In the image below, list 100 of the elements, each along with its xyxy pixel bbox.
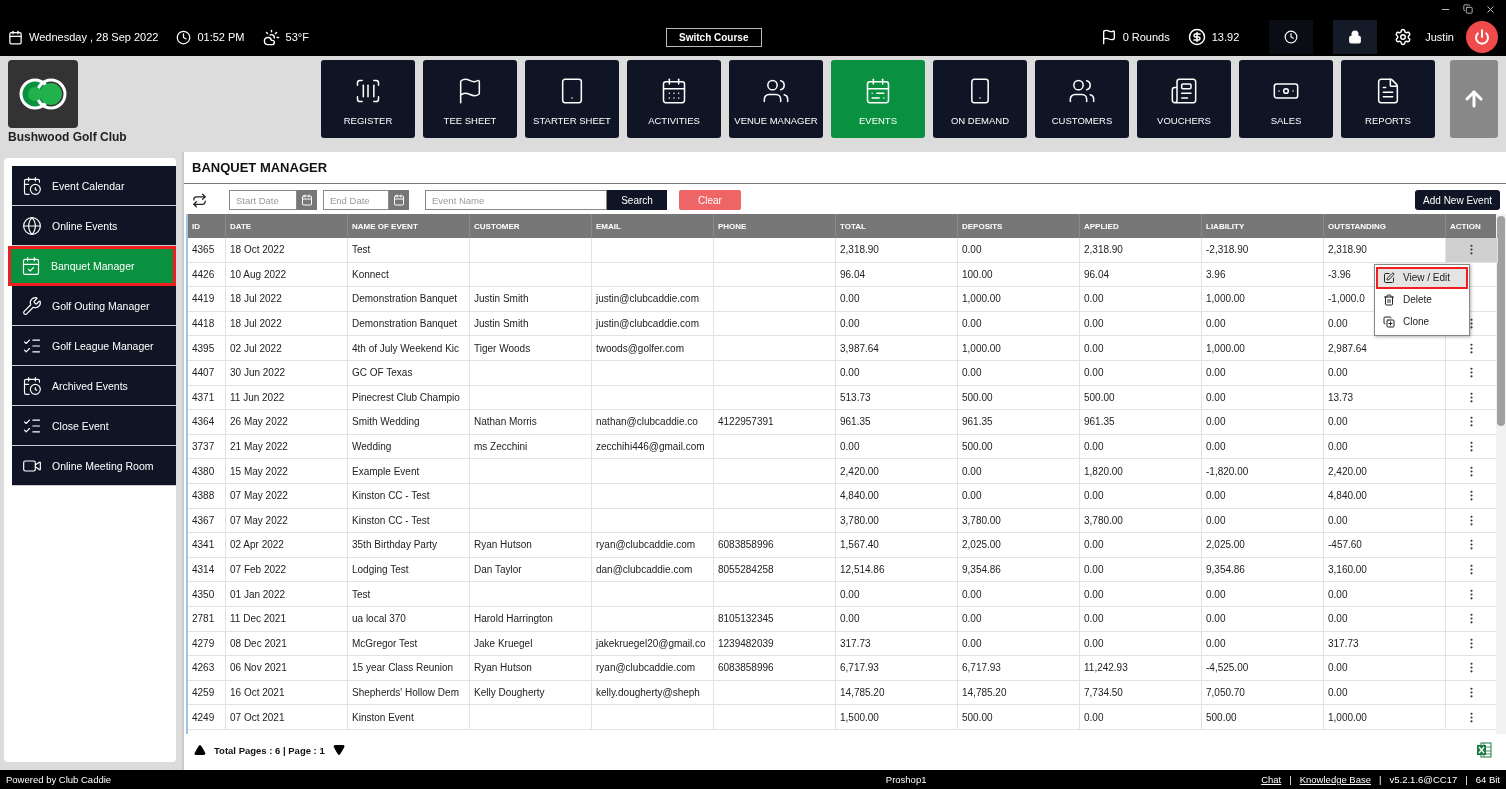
table-cell: 02 Apr 2022 bbox=[226, 533, 348, 558]
footer-link[interactable]: Chat bbox=[1261, 774, 1282, 785]
menu-item[interactable]: View / Edit bbox=[1376, 266, 1468, 289]
table-cell: 0.00 bbox=[836, 606, 958, 632]
sidebar-item[interactable]: Close Event bbox=[12, 406, 176, 446]
table-cell: ua local 370 bbox=[348, 606, 470, 632]
table-cell: 500.00 bbox=[958, 385, 1080, 411]
table-cell: 500.00 bbox=[958, 705, 1080, 730]
table-cell: 4341 bbox=[188, 533, 226, 558]
sidebar-item[interactable]: Event Calendar bbox=[12, 166, 176, 206]
table-cell: 4380 bbox=[188, 459, 226, 484]
table-cell: 08 Dec 2021 bbox=[226, 631, 348, 657]
calendar-icon bbox=[301, 194, 313, 206]
table-cell: 0.00 bbox=[836, 360, 958, 386]
sidebar-item[interactable]: Archived Events bbox=[12, 366, 176, 406]
table-cell: -2,318.90 bbox=[1202, 238, 1324, 263]
nav-tile[interactable]: CUSTOMERS bbox=[1035, 60, 1129, 138]
table-cell: Test bbox=[348, 582, 470, 607]
table-cell: 11 Dec 2021 bbox=[226, 606, 348, 632]
table-cell: 500.00 bbox=[1202, 705, 1324, 730]
table-cell: 0.00 bbox=[1202, 410, 1324, 435]
club-name: Bushwood Golf Club bbox=[8, 130, 128, 144]
restore-icon[interactable] bbox=[1463, 4, 1473, 14]
nav-tile[interactable]: REPORTS bbox=[1341, 60, 1435, 138]
calendar-button[interactable] bbox=[389, 190, 409, 210]
table-cell: 0.00 bbox=[1080, 360, 1202, 386]
event-name-field[interactable]: Event Name bbox=[425, 190, 607, 210]
trash-icon bbox=[1383, 293, 1395, 306]
table-cell: 4418 bbox=[188, 311, 226, 337]
table-cell: 10 Aug 2022 bbox=[226, 262, 348, 288]
table-cell: 3.96 bbox=[1202, 262, 1324, 288]
nav-tile[interactable]: VENUE MANAGER bbox=[729, 60, 823, 138]
calendar-icon bbox=[393, 194, 405, 206]
add-new-event-button[interactable]: Add New Event bbox=[1415, 190, 1500, 210]
nav-tile[interactable]: STARTER SHEET bbox=[525, 60, 619, 138]
nav-tile[interactable]: VOUCHERS bbox=[1137, 60, 1231, 138]
refresh-icon[interactable] bbox=[192, 192, 207, 208]
nav-tile[interactable]: ACTIVITIES bbox=[627, 60, 721, 138]
sidebar-item[interactable]: Golf League Manager bbox=[12, 326, 176, 366]
table-cell: 961.35 bbox=[958, 410, 1080, 435]
table-cell: -4,525.00 bbox=[1202, 656, 1324, 681]
date-text: Wednesday , 28 Sep 2022 bbox=[29, 31, 159, 43]
table-cell: 2,318.90 bbox=[1080, 238, 1202, 263]
table-cell: 4367 bbox=[188, 508, 226, 534]
table-cell: Test bbox=[348, 238, 470, 263]
nav-tile[interactable]: EVENTS bbox=[831, 60, 925, 138]
table-cell: 513.73 bbox=[836, 385, 958, 411]
table-cell: 0.00 bbox=[1202, 582, 1324, 607]
table-cell: 4th of July Weekend Kic bbox=[348, 336, 470, 361]
table-cell: 1,820.00 bbox=[1080, 459, 1202, 484]
table-cell: justin@clubcaddie.com bbox=[592, 287, 714, 312]
switch-course-button[interactable]: Switch Course bbox=[666, 27, 762, 47]
table-cell: 500.00 bbox=[1080, 385, 1202, 411]
close-icon[interactable] bbox=[1485, 3, 1496, 15]
nav-tile[interactable]: ON DEMAND bbox=[933, 60, 1027, 138]
table-cell: jakekruegel20@gmail.co bbox=[592, 631, 714, 657]
table-cell: 961.35 bbox=[1080, 410, 1202, 435]
table-cell: Nathan Morris bbox=[470, 410, 592, 435]
sidebar-item[interactable]: Banquet Manager bbox=[8, 246, 176, 286]
scroll-up-button[interactable] bbox=[1450, 60, 1498, 138]
sidebar-item[interactable]: Online Events bbox=[12, 206, 176, 246]
table-cell: 0.00 bbox=[1080, 557, 1202, 583]
edit-icon bbox=[1383, 271, 1395, 284]
table-cell: 0.00 bbox=[958, 606, 1080, 632]
table-cell: 0.00 bbox=[1202, 434, 1324, 460]
table-cell: 11 Jun 2022 bbox=[226, 385, 348, 411]
table-cell: GC OF Texas bbox=[348, 360, 470, 386]
table-cell: 6083858996 bbox=[714, 656, 836, 681]
table-cell: 0.00 bbox=[836, 434, 958, 460]
end-date-field[interactable]: End Date bbox=[323, 190, 389, 210]
sidebar-item[interactable]: Online Meeting Room bbox=[12, 446, 176, 486]
clock-icon bbox=[1284, 30, 1299, 44]
scrollbar-thumb[interactable] bbox=[1497, 216, 1505, 426]
table-cell: Kinston CC - Test bbox=[348, 508, 470, 534]
start-date-field[interactable]: Start Date bbox=[229, 190, 297, 210]
table-cell: 8055284258 bbox=[714, 557, 836, 583]
page-info: Total Pages : 6 | Page : 1 bbox=[214, 744, 325, 756]
footer-link[interactable]: Knowledge Base bbox=[1299, 774, 1372, 785]
next-page-icon[interactable] bbox=[332, 744, 345, 756]
calendar-button[interactable] bbox=[297, 190, 317, 210]
sidebar-item[interactable]: Golf Outing Manager bbox=[12, 286, 176, 326]
settings-icon bbox=[1394, 28, 1413, 46]
table-cell: 0.00 bbox=[958, 238, 1080, 263]
table-cell: 4426 bbox=[188, 262, 226, 288]
nav-tile[interactable]: TEE SHEET bbox=[423, 60, 517, 138]
separator-text: | bbox=[1379, 774, 1382, 785]
lock-button[interactable] bbox=[1333, 20, 1378, 54]
power-button[interactable] bbox=[1466, 21, 1498, 53]
search-button[interactable]: Search bbox=[607, 190, 667, 210]
history-button[interactable] bbox=[1269, 20, 1314, 54]
table-cell: 6,717.93 bbox=[836, 656, 958, 681]
spreadsheet-export-icon[interactable] bbox=[1476, 742, 1492, 758]
nav-tile[interactable]: REGISTER bbox=[321, 60, 415, 138]
station-name: Proshop1 bbox=[884, 774, 927, 785]
meeting-people-icon bbox=[762, 77, 790, 105]
nav-tile[interactable]: SALES bbox=[1239, 60, 1333, 138]
table-cell: 1,567.40 bbox=[836, 533, 958, 558]
table-cell: 3,987.64 bbox=[836, 336, 958, 361]
table-cell: 1,000.00 bbox=[958, 287, 1080, 312]
previous-page-icon[interactable] bbox=[194, 744, 206, 756]
